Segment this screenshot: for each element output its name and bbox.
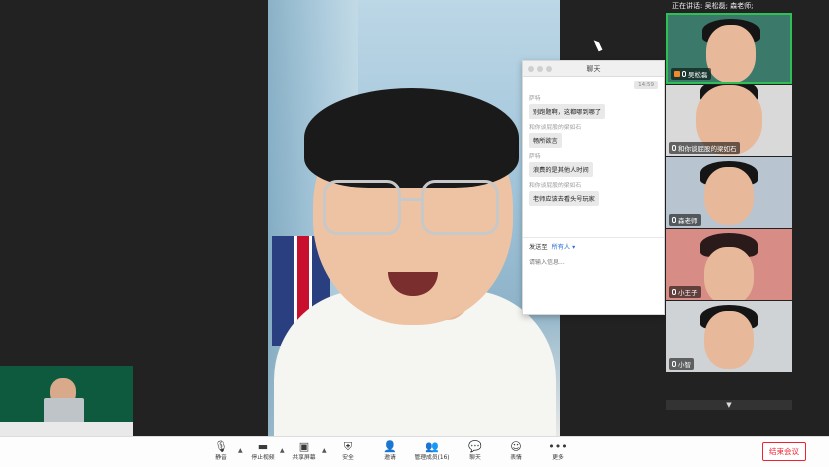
participant-tile[interactable]: 小王子 [666, 229, 792, 300]
speaking-indicator: 正在讲话: 吴松磊; 森老师; [672, 2, 754, 10]
chat-icon: 💬 [468, 440, 482, 453]
reactions-button[interactable]: ☺ 表情 [496, 440, 536, 463]
participant-tile[interactable]: 森老师 [666, 157, 792, 228]
gallery-scroll-down-icon[interactable]: ▼ [666, 400, 792, 410]
participant-name-tag: 森老师 [669, 214, 701, 226]
participants-icon: 👥 [425, 440, 439, 453]
microphone-icon [682, 71, 686, 77]
meeting-stage: 聊天 14:59 萨特 别跑题啊，这都哪到哪了 和你谈屁股的梁如石 畅所欲言 萨… [0, 0, 829, 438]
message-text: 畅所欲言 [529, 133, 562, 148]
speaker-hair [304, 88, 519, 188]
microphone-icon [672, 145, 676, 151]
chat-message: 和你谈屁股的梁如石 老师应该去看头号玩家 [529, 180, 658, 206]
add-user-icon: 👤 [383, 440, 397, 453]
chat-messages[interactable]: 14:59 萨特 别跑题啊，这都哪到哪了 和你谈屁股的梁如石 畅所欲言 萨特 浪… [523, 77, 664, 237]
participant-name: 小智 [678, 361, 691, 369]
participant-name: 森老师 [678, 217, 698, 225]
participant-tile[interactable]: 小智 [666, 301, 792, 372]
send-to-row: 发送至 所有人 ▾ [529, 242, 658, 251]
speaker-glasses [323, 180, 503, 240]
chat-message: 萨特 浪费的是其他人时间 [529, 151, 658, 177]
microphone-icon: 🎙 [214, 440, 228, 453]
invite-button[interactable]: 👤 邀请 [370, 440, 410, 463]
chat-window[interactable]: 聊天 14:59 萨特 别跑题啊，这都哪到哪了 和你谈屁股的梁如石 畅所欲言 萨… [522, 60, 665, 315]
chat-timestamp: 14:59 [634, 81, 658, 89]
chat-footer: 发送至 所有人 ▾ [523, 237, 664, 270]
microphone-icon [672, 361, 676, 367]
participant-name-tag: 小王子 [669, 286, 701, 298]
participant-name-tag: 和你谈屁股的梁如石 [669, 142, 740, 154]
security-button[interactable]: ⛨ 安全 [328, 440, 368, 463]
message-sender: 萨特 [529, 96, 541, 102]
security-label: 安全 [342, 455, 354, 461]
stop-video-label: 停止视频 [251, 455, 275, 461]
participant-name: 和你谈屁股的梁如石 [678, 145, 737, 153]
active-speaker-video [268, 0, 560, 436]
chevron-up-icon[interactable]: ▲ [238, 447, 243, 454]
chat-input[interactable] [529, 259, 658, 266]
participant-gallery[interactable]: 吴松磊 和你谈屁股的梁如石 森老师 小王子 小智 [666, 13, 792, 373]
message-sender: 和你谈屁股的梁如石 [529, 125, 582, 131]
chat-titlebar[interactable]: 聊天 [523, 61, 664, 77]
send-to-dropdown[interactable]: 所有人 [552, 244, 571, 251]
share-screen-label: 共享屏幕 [292, 455, 316, 461]
manage-participants-label: 管理成员(16) [414, 455, 450, 461]
more-icon: ••• [548, 440, 568, 453]
chat-message: 萨特 别跑题啊，这都哪到哪了 [529, 93, 658, 119]
host-icon [674, 71, 680, 77]
message-text: 别跑题啊，这都哪到哪了 [529, 104, 606, 119]
send-to-label: 发送至 [529, 244, 548, 251]
self-video-preview[interactable] [0, 366, 133, 438]
emoji-icon: ☺ [510, 440, 522, 453]
participant-name-tag: 吴松磊 [671, 68, 711, 80]
message-sender: 萨特 [529, 154, 541, 160]
reactions-label: 表情 [510, 455, 522, 461]
mouse-cursor-icon [593, 38, 603, 52]
invite-label: 邀请 [384, 455, 396, 461]
video-camera-icon: ▬ [257, 440, 269, 453]
chat-label: 聊天 [469, 455, 481, 461]
stop-video-button[interactable]: ▬ 停止视频 [243, 440, 283, 463]
participant-tile[interactable]: 和你谈屁股的梁如石 [666, 85, 792, 156]
laptop-icon [44, 398, 84, 424]
microphone-icon [672, 289, 676, 295]
chat-message: 和你谈屁股的梁如石 畅所欲言 [529, 122, 658, 148]
meeting-toolbar: 🎙 静音 ▲ ▬ 停止视频 ▲ ▣ 共享屏幕 ▲ ⛨ 安全 👤 邀请 👥 管理成… [0, 436, 829, 467]
message-text: 老师应该去看头号玩家 [529, 191, 599, 206]
microphone-icon [672, 217, 676, 223]
more-label: 更多 [552, 455, 564, 461]
chat-button[interactable]: 💬 聊天 [455, 440, 495, 463]
mute-label: 静音 [215, 455, 227, 461]
participant-tile[interactable]: 吴松磊 [666, 13, 792, 84]
participant-name: 小王子 [678, 289, 698, 297]
chevron-up-icon[interactable]: ▲ [322, 447, 327, 454]
shield-icon: ⛨ [343, 440, 353, 453]
share-screen-icon: ▣ [298, 440, 310, 453]
chevron-down-icon[interactable]: ▾ [572, 244, 575, 251]
end-meeting-button[interactable]: 结束会议 [762, 442, 806, 461]
more-button[interactable]: ••• 更多 [538, 440, 578, 463]
manage-participants-button[interactable]: 👥 管理成员(16) [412, 440, 452, 463]
mute-button[interactable]: 🎙 静音 [201, 440, 241, 463]
share-screen-button[interactable]: ▣ 共享屏幕 [284, 440, 324, 463]
message-sender: 和你谈屁股的梁如石 [529, 183, 582, 189]
chat-title: 聊天 [586, 65, 601, 73]
participant-name-tag: 小智 [669, 358, 694, 370]
participant-name: 吴松磊 [688, 71, 708, 79]
message-text: 浪费的是其他人时间 [529, 162, 593, 177]
